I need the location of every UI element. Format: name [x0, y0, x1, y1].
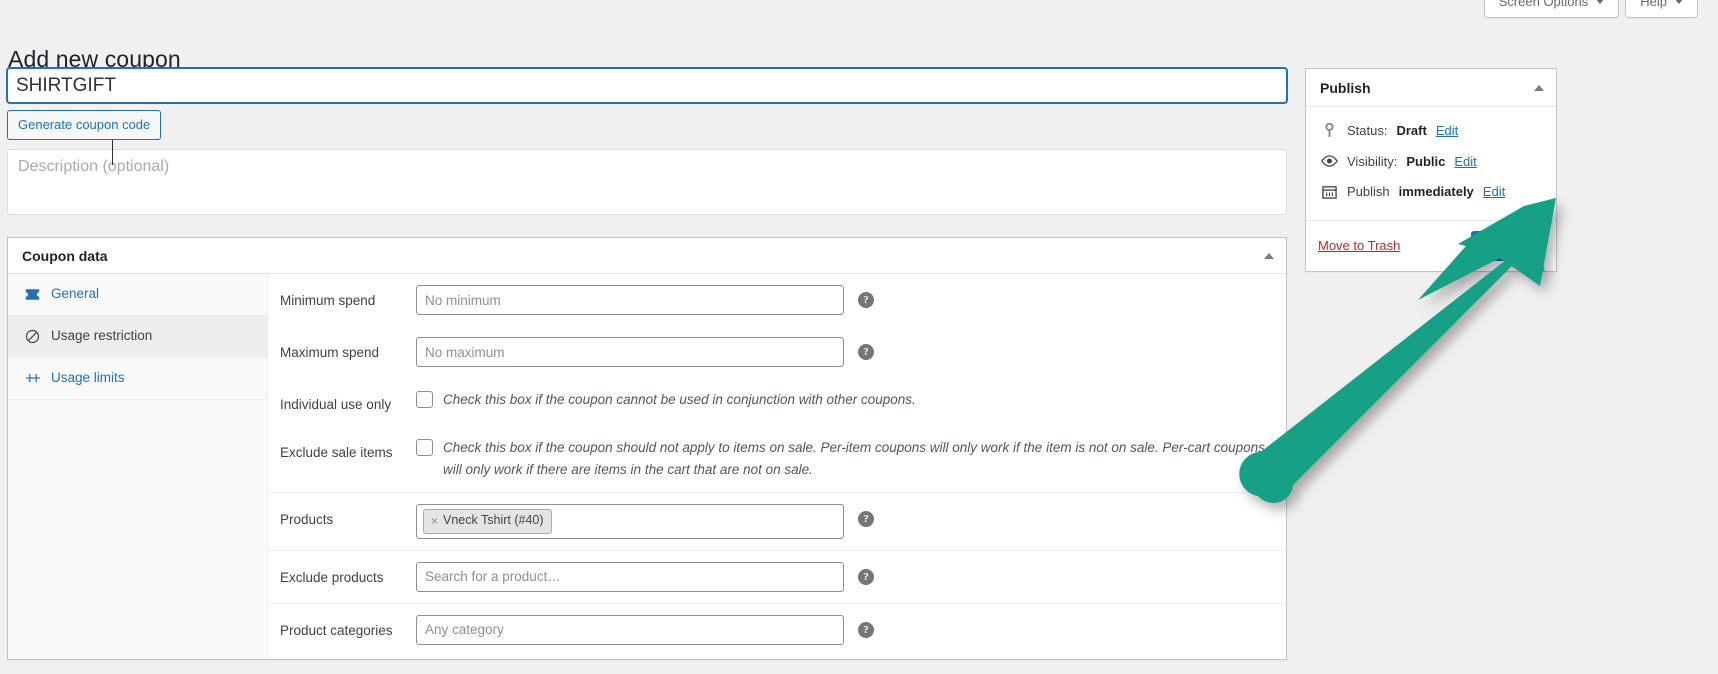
product-token[interactable]: × Vneck Tshirt (#40)	[423, 509, 552, 534]
edit-visibility-link[interactable]: Edit	[1454, 152, 1476, 172]
coupon-code-input[interactable]	[7, 68, 1287, 103]
minimum-spend-label: Minimum spend	[280, 285, 416, 311]
maximum-spend-label: Maximum spend	[280, 337, 416, 363]
tab-usage-restriction[interactable]: Usage restriction	[8, 316, 267, 358]
publish-visibility-prefix: Visibility:	[1347, 152, 1397, 172]
tab-usage-restriction-label: Usage restriction	[51, 327, 152, 346]
publish-date-value: immediately	[1399, 182, 1474, 202]
publish-visibility-row: Visibility: Public Edit	[1318, 147, 1544, 178]
help-icon[interactable]: ?	[858, 511, 874, 527]
edit-status-link[interactable]: Edit	[1436, 121, 1458, 141]
generate-coupon-code-button[interactable]: Generate coupon code	[7, 110, 161, 140]
field-individual-use-only: Individual use only Check this box if th…	[268, 378, 1286, 426]
coupon-data-tabs: General Usage restriction	[8, 274, 268, 659]
chevron-down-icon	[1596, 0, 1604, 4]
caret-up-icon[interactable]	[1264, 253, 1274, 259]
exclude-products-label: Exclude products	[280, 562, 416, 588]
coupon-data-panel: Coupon data General	[7, 237, 1287, 660]
tab-usage-limits[interactable]: Usage limits	[8, 358, 267, 400]
remove-token-icon[interactable]: ×	[431, 513, 438, 530]
screen-options-tab[interactable]: Screen Options	[1484, 0, 1620, 18]
pin-icon	[1320, 123, 1338, 138]
help-icon[interactable]: ?	[858, 569, 874, 585]
product-categories-input[interactable]	[416, 615, 844, 645]
product-token-label: Vneck Tshirt (#40)	[443, 512, 544, 530]
products-token-input[interactable]: × Vneck Tshirt (#40)	[416, 504, 844, 539]
chevron-down-icon	[1675, 0, 1683, 4]
calendar-icon	[1320, 184, 1338, 199]
field-product-categories: Product categories ?	[268, 603, 1286, 656]
exclude-sale-items-label: Exclude sale items	[280, 437, 416, 463]
help-icon[interactable]: ?	[858, 292, 874, 308]
publish-visibility-value: Public	[1406, 152, 1445, 172]
coupon-data-body: General Usage restriction	[8, 274, 1286, 659]
individual-use-only-checkbox[interactable]	[416, 391, 433, 408]
tab-general-label: General	[51, 285, 99, 304]
coupon-description-input[interactable]	[7, 149, 1287, 215]
field-maximum-spend: Maximum spend ?	[268, 326, 1286, 378]
publish-status-prefix: Status:	[1347, 121, 1387, 141]
publish-panel-title: Publish	[1320, 80, 1371, 96]
maximum-spend-input[interactable]	[416, 337, 844, 367]
publish-panel: Publish Status: Draft Edit	[1305, 68, 1557, 272]
coupon-data-title: Coupon data	[22, 248, 108, 264]
publish-panel-footer: Move to Trash Publish	[1306, 220, 1556, 271]
publish-status-value: Draft	[1396, 121, 1426, 141]
eye-icon	[1320, 155, 1338, 167]
help-tab-label: Help	[1640, 0, 1667, 17]
no-entry-icon	[24, 329, 41, 344]
coupon-data-panel-header[interactable]: Coupon data	[8, 238, 1286, 274]
help-icon[interactable]: ?	[858, 622, 874, 638]
screen-meta-tabs: Screen Options Help	[1484, 0, 1698, 18]
products-label: Products	[280, 504, 416, 530]
limits-icon	[24, 371, 41, 385]
screen-options-label: Screen Options	[1499, 0, 1589, 17]
field-minimum-spend: Minimum spend ?	[268, 274, 1286, 326]
individual-use-only-description: Check this box if the coupon cannot be u…	[443, 389, 916, 411]
publish-button[interactable]: Publish	[1471, 231, 1544, 261]
help-icon[interactable]: ?	[858, 344, 874, 360]
exclude-sale-items-description: Check this box if the coupon should not …	[443, 437, 1286, 482]
tab-usage-limits-label: Usage limits	[51, 369, 125, 388]
move-to-trash-link[interactable]: Move to Trash	[1318, 238, 1400, 253]
publish-panel-header[interactable]: Publish	[1306, 69, 1556, 107]
text-cursor	[112, 140, 113, 165]
tab-general[interactable]: General	[8, 274, 267, 316]
exclude-products-input[interactable]	[416, 562, 844, 592]
publish-panel-body: Status: Draft Edit Visibility: Public Ed…	[1306, 107, 1556, 220]
field-exclude-products: Exclude products ?	[268, 550, 1286, 603]
main-content-column: Generate coupon code Coupon data	[7, 68, 1287, 660]
publish-date-prefix: Publish	[1347, 182, 1390, 202]
edit-publish-date-link[interactable]: Edit	[1483, 182, 1505, 202]
usage-restriction-fields: Minimum spend ? Maximum spend ?	[268, 274, 1286, 659]
individual-use-only-label: Individual use only	[280, 389, 416, 415]
help-tab[interactable]: Help	[1625, 0, 1698, 18]
wordpress-admin-screen: Screen Options Help Add new coupon Gener…	[0, 0, 1718, 674]
ticket-icon	[24, 288, 41, 301]
exclude-sale-items-checkbox[interactable]	[416, 439, 433, 456]
product-categories-label: Product categories	[280, 615, 416, 641]
field-products: Products × Vneck Tshirt (#40) ?	[268, 492, 1286, 550]
caret-up-icon[interactable]	[1534, 85, 1544, 91]
publish-status-row: Status: Draft Edit	[1318, 116, 1544, 147]
publish-date-row: Publish immediately Edit	[1318, 177, 1544, 208]
minimum-spend-input[interactable]	[416, 285, 844, 315]
field-exclude-sale-items: Exclude sale items Check this box if the…	[268, 426, 1286, 493]
